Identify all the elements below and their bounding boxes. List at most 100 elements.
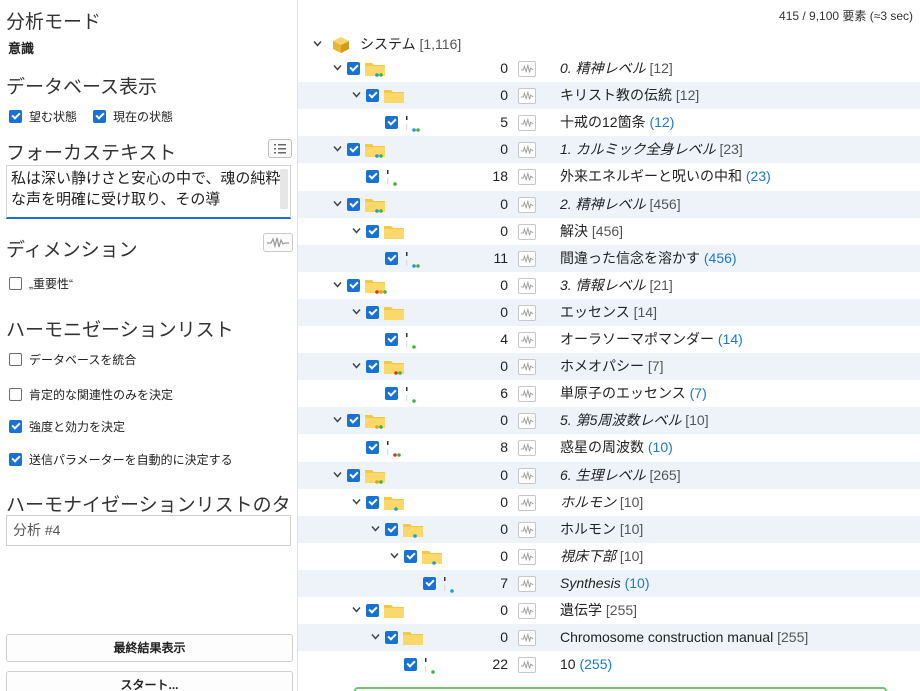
harmonization-checkbox[interactable] xyxy=(9,420,22,433)
harmonization-checkbox[interactable] xyxy=(9,453,22,466)
waveform-icon[interactable] xyxy=(518,468,536,484)
item-checkbox[interactable] xyxy=(385,387,398,400)
partial-checkbox[interactable] xyxy=(366,225,379,238)
tree-row[interactable]: 11 間違った信念を溶かす (456) xyxy=(298,245,920,272)
tree-row[interactable]: 7 Synthesis (10) xyxy=(298,570,920,597)
tree-row[interactable]: 0 Chromosome construction manual [255] xyxy=(298,624,920,651)
tree-row[interactable]: 4 オーラソーマポマンダー (14) xyxy=(298,326,920,353)
tree-item-count[interactable]: (14) xyxy=(718,331,743,347)
item-checkbox[interactable] xyxy=(366,170,379,183)
tree-row[interactable]: 0 キリスト教の伝統 [12] xyxy=(298,82,920,109)
tree-row[interactable]: 0 視床下部 [10] xyxy=(298,543,920,570)
waveform-icon[interactable] xyxy=(518,630,536,646)
chevron-down-icon[interactable] xyxy=(332,469,343,480)
harmonization-checkbox[interactable] xyxy=(9,353,22,366)
tree-row[interactable]: 0 2. 精神レベル [456] xyxy=(298,191,920,218)
final-result-button[interactable]: 最終結果表示 xyxy=(6,634,293,662)
waveform-icon[interactable] xyxy=(518,440,536,456)
tree-item-count[interactable]: (255) xyxy=(579,656,612,672)
item-checkbox[interactable] xyxy=(423,577,436,590)
waveform-icon[interactable] xyxy=(518,603,536,619)
tree-row[interactable]: 22 10 (255) xyxy=(298,651,920,678)
waveform-icon[interactable] xyxy=(518,549,536,565)
list-title-input[interactable]: 分析 #4 xyxy=(6,515,291,546)
focus-text-scrollbar[interactable] xyxy=(280,169,288,209)
dimension-option[interactable]: „重要性“ xyxy=(9,275,73,292)
partial-checkbox[interactable] xyxy=(404,550,417,563)
chevron-down-icon[interactable] xyxy=(332,198,343,209)
waveform-icon[interactable] xyxy=(518,88,536,104)
harmonization-option[interactable]: 強度と効力を決定 xyxy=(9,418,125,435)
waveform-icon[interactable] xyxy=(518,197,536,213)
current-state-checkbox[interactable] xyxy=(93,110,107,123)
waveform-icon[interactable] xyxy=(518,413,536,429)
waveform-icon[interactable] xyxy=(518,278,536,294)
tree-root-row[interactable]: システム [1,116] xyxy=(298,31,920,58)
partial-checkbox[interactable] xyxy=(347,198,360,211)
tree-row[interactable]: 0 5. 第5周波数レベル [10] xyxy=(298,407,920,434)
tree-item-count[interactable]: (7) xyxy=(690,385,707,401)
tree-row[interactable]: 0 解決 [456] xyxy=(298,218,920,245)
waveform-icon[interactable] xyxy=(518,142,536,158)
chevron-down-icon[interactable] xyxy=(389,550,400,561)
chevron-down-icon[interactable] xyxy=(370,523,381,534)
partial-checkbox[interactable] xyxy=(347,143,360,156)
item-checkbox[interactable] xyxy=(385,116,398,129)
partial-checkbox[interactable] xyxy=(366,306,379,319)
waveform-icon[interactable] xyxy=(518,305,536,321)
waveform-icon[interactable] xyxy=(518,224,536,240)
chevron-down-icon[interactable] xyxy=(351,89,362,100)
tree-row[interactable]: 0 エッセンス [14] xyxy=(298,299,920,326)
tree-item-count[interactable]: (10) xyxy=(648,439,673,455)
harmonization-checkbox[interactable] xyxy=(9,388,22,401)
partial-checkbox[interactable] xyxy=(347,62,360,75)
tree-row[interactable]: 5 十戒の12箇条 (12) xyxy=(298,109,920,136)
chevron-down-icon[interactable] xyxy=(351,360,362,371)
waveform-icon[interactable] xyxy=(518,495,536,511)
harmonization-option[interactable]: データベースを統合 xyxy=(9,351,136,368)
partial-checkbox[interactable] xyxy=(385,631,398,644)
partial-checkbox[interactable] xyxy=(366,360,379,373)
waveform-icon[interactable] xyxy=(518,386,536,402)
tree-row[interactable]: 18 外来エネルギーと呪いの中和 (23) xyxy=(298,163,920,190)
tree-item-count[interactable]: (10) xyxy=(625,575,650,591)
waveform-icon[interactable] xyxy=(518,359,536,375)
tree-row[interactable]: 0 ホルモン [10] xyxy=(298,489,920,516)
tree-row[interactable]: 0 ホメオパシー [7] xyxy=(298,353,920,380)
partial-checkbox[interactable] xyxy=(385,523,398,536)
chevron-down-icon[interactable] xyxy=(370,631,381,642)
item-checkbox[interactable] xyxy=(404,658,417,671)
harmonization-option[interactable]: 肯定的な関連性のみを決定 xyxy=(9,386,173,403)
list-icon[interactable] xyxy=(268,139,292,158)
chevron-down-icon[interactable] xyxy=(351,604,362,615)
item-checkbox[interactable] xyxy=(366,441,379,454)
harmonization-option[interactable]: 送信パラメーターを自動的に決定する xyxy=(9,451,233,468)
waveform-icon[interactable] xyxy=(518,251,536,267)
importance-checkbox[interactable] xyxy=(9,277,22,290)
partial-checkbox[interactable] xyxy=(366,89,379,102)
waveform-icon[interactable] xyxy=(518,522,536,538)
tree-row[interactable]: 0 3. 情報レベル [21] xyxy=(298,272,920,299)
item-checkbox[interactable] xyxy=(385,252,398,265)
partial-checkbox[interactable] xyxy=(347,469,360,482)
waveform-icon[interactable] xyxy=(263,233,293,252)
chevron-down-icon[interactable] xyxy=(351,496,362,507)
chevron-down-icon[interactable] xyxy=(351,225,362,236)
partial-checkbox[interactable] xyxy=(366,496,379,509)
waveform-icon[interactable] xyxy=(518,115,536,131)
waveform-icon[interactable] xyxy=(518,169,536,185)
desired-state-checkbox[interactable] xyxy=(9,110,22,123)
waveform-icon[interactable] xyxy=(518,576,536,592)
partial-checkbox[interactable] xyxy=(366,604,379,617)
tree-item-count[interactable]: (12) xyxy=(649,114,674,130)
tree-row[interactable]: 0 ホルモン [10] xyxy=(298,516,920,543)
tree-row[interactable]: 0 6. 生理レベル [265] xyxy=(298,462,920,489)
chevron-down-icon[interactable] xyxy=(332,143,343,154)
tree-row[interactable]: 0 0. 精神レベル [12] xyxy=(298,55,920,82)
tree-row[interactable]: 0 1. カルミック全身レベル [23] xyxy=(298,136,920,163)
tree-row[interactable]: 6 単原子のエッセンス (7) xyxy=(298,380,920,407)
chevron-down-icon[interactable] xyxy=(332,62,343,73)
tree-row[interactable]: 8 惑星の周波数 (10) xyxy=(298,434,920,461)
chevron-down-icon[interactable] xyxy=(351,306,362,317)
waveform-icon[interactable] xyxy=(518,332,536,348)
